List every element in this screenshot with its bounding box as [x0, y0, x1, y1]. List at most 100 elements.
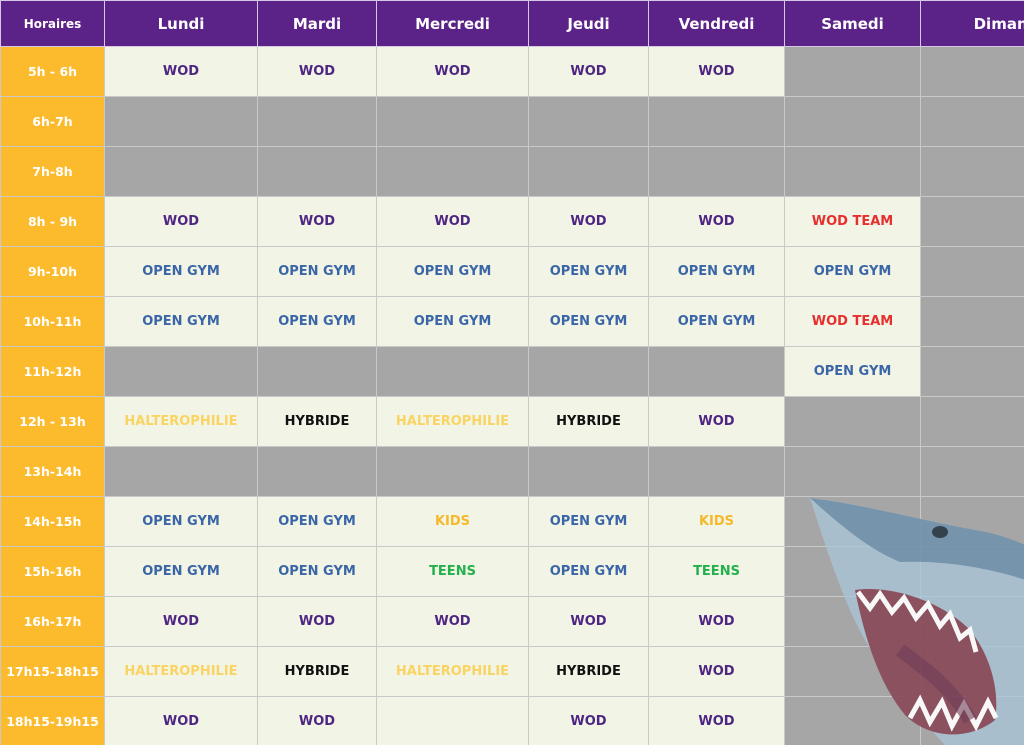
closed-slot	[104, 146, 258, 197]
class-open-gym: OPEN GYM	[376, 246, 529, 297]
closed-slot	[104, 96, 258, 147]
class-kids: KIDS	[376, 496, 529, 547]
schedule-row: 8h - 9h WOD WOD WOD WOD WOD WOD TEAM	[0, 196, 1024, 247]
schedule-row: 10h-11h OPEN GYM OPEN GYM OPEN GYM OPEN GYM O…	[0, 296, 1024, 347]
class-hybride: HYBRIDE	[528, 646, 649, 697]
time-slot-label: 7h-8h	[0, 146, 105, 197]
time-slot-label: 6h-7h	[0, 96, 105, 147]
header-row: Horaires Lundi Mardi Mercredi Jeudi Vendredi S…	[0, 0, 1024, 47]
class-open-gym: OPEN GYM	[104, 546, 258, 597]
schedule-body: 5h - 6h WOD WOD WOD WOD WOD 6h-7h 7h-8h 8h - 9h W…	[0, 46, 1024, 745]
class-open-gym: OPEN GYM	[528, 496, 649, 547]
class-halterophilie: HALTEROPHILIE	[104, 646, 258, 697]
weekly-schedule-table: Horaires Lundi Mardi Mercredi Jeudi Vendredi S…	[0, 0, 1024, 745]
closed-slot	[528, 446, 649, 497]
class-open-gym: OPEN GYM	[528, 246, 649, 297]
closed-slot	[784, 546, 921, 597]
closed-slot	[257, 96, 377, 147]
closed-slot	[376, 96, 529, 147]
closed-slot	[784, 146, 921, 197]
closed-slot	[376, 146, 529, 197]
schedule-row: 15h-16h OPEN GYM OPEN GYM TEENS OPEN GYM TEEN…	[0, 546, 1024, 597]
class-wod: WOD	[257, 696, 377, 745]
closed-slot	[376, 346, 529, 397]
class-wod: WOD	[376, 46, 529, 97]
class-teens: TEENS	[376, 546, 529, 597]
closed-slot	[920, 446, 1024, 497]
closed-slot	[920, 296, 1024, 347]
closed-slot	[920, 346, 1024, 397]
class-wod: WOD	[104, 196, 258, 247]
schedule-header: Horaires Lundi Mardi Mercredi Jeudi Vendredi S…	[0, 0, 1024, 47]
time-slot-label: 13h-14h	[0, 446, 105, 497]
class-wod: WOD	[376, 196, 529, 247]
schedule-row: 9h-10h OPEN GYM OPEN GYM OPEN GYM OPEN GYM OP…	[0, 246, 1024, 297]
class-wod-team: WOD TEAM	[784, 296, 921, 347]
closed-slot	[920, 196, 1024, 247]
time-slot-label: 11h-12h	[0, 346, 105, 397]
class-halterophilie: HALTEROPHILIE	[104, 396, 258, 447]
schedule-row: 14h-15h OPEN GYM OPEN GYM KIDS OPEN GYM KIDS	[0, 496, 1024, 547]
closed-slot	[257, 446, 377, 497]
class-open-gym: OPEN GYM	[104, 246, 258, 297]
closed-slot	[920, 396, 1024, 447]
class-wod: WOD	[528, 46, 649, 97]
class-open-gym: OPEN GYM	[784, 346, 921, 397]
time-slot-label: 16h-17h	[0, 596, 105, 647]
schedule-row: 5h - 6h WOD WOD WOD WOD WOD	[0, 46, 1024, 97]
time-slot-label: 10h-11h	[0, 296, 105, 347]
closed-slot	[784, 396, 921, 447]
class-wod: WOD	[528, 596, 649, 647]
class-wod: WOD	[648, 596, 785, 647]
time-slot-label: 17h15-18h15	[0, 646, 105, 697]
class-hybride: HYBRIDE	[257, 646, 377, 697]
class-wod: WOD	[104, 596, 258, 647]
closed-slot	[920, 646, 1024, 697]
schedule-row: 13h-14h	[0, 446, 1024, 497]
closed-slot	[784, 496, 921, 547]
class-open-gym: OPEN GYM	[257, 296, 377, 347]
closed-slot	[528, 96, 649, 147]
schedule-row: 17h15-18h15 HALTEROPHILIE HYBRIDE HALTEROPH…	[0, 646, 1024, 697]
header-day-samedi: Samedi	[784, 0, 921, 47]
time-slot-label: 18h15-19h15	[0, 696, 105, 745]
class-open-gym: OPEN GYM	[528, 296, 649, 347]
closed-slot	[528, 146, 649, 197]
closed-slot	[784, 696, 921, 745]
class-halterophilie: HALTEROPHILIE	[376, 396, 529, 447]
closed-slot	[257, 346, 377, 397]
class-wod: WOD	[257, 196, 377, 247]
header-day-vendredi: Vendredi	[648, 0, 785, 47]
class-wod: WOD	[528, 196, 649, 247]
class-wod: WOD	[528, 696, 649, 745]
class-open-gym: OPEN GYM	[528, 546, 649, 597]
closed-slot	[920, 246, 1024, 297]
class-hybride: HYBRIDE	[528, 396, 649, 447]
class-wod: WOD	[257, 596, 377, 647]
class-open-gym: OPEN GYM	[104, 496, 258, 547]
class-teens: TEENS	[648, 546, 785, 597]
class-wod: WOD	[376, 596, 529, 647]
header-day-jeudi: Jeudi	[528, 0, 649, 47]
schedule-row: 6h-7h	[0, 96, 1024, 147]
schedule-page: Horaires Lundi Mardi Mercredi Jeudi Vendredi S…	[0, 0, 1024, 745]
closed-slot	[920, 46, 1024, 97]
time-slot-label: 15h-16h	[0, 546, 105, 597]
time-slot-label: 12h - 13h	[0, 396, 105, 447]
closed-slot	[784, 446, 921, 497]
class-open-gym: OPEN GYM	[784, 246, 921, 297]
closed-slot	[648, 96, 785, 147]
closed-slot	[648, 346, 785, 397]
closed-slot	[920, 146, 1024, 197]
time-slot-label: 9h-10h	[0, 246, 105, 297]
class-hybride: HYBRIDE	[257, 396, 377, 447]
closed-slot	[920, 596, 1024, 647]
class-wod: WOD	[648, 196, 785, 247]
header-day-dimanche: Dimanche	[920, 0, 1024, 47]
closed-slot	[920, 696, 1024, 745]
header-day-mardi: Mardi	[257, 0, 377, 47]
closed-slot	[920, 96, 1024, 147]
class-open-gym: OPEN GYM	[104, 296, 258, 347]
class-wod-team: WOD TEAM	[784, 196, 921, 247]
header-day-lundi: Lundi	[104, 0, 258, 47]
